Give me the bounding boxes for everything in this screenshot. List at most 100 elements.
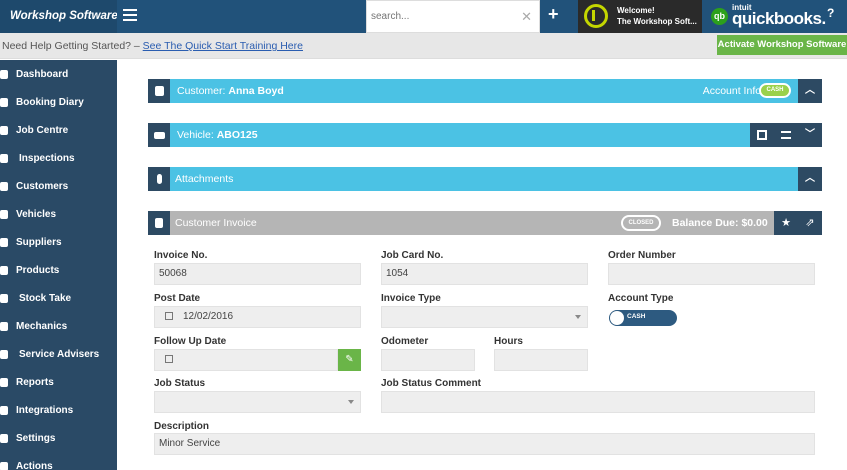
sidebar-item-label: Settings [16,433,56,444]
order-number-field[interactable] [608,263,815,285]
calendar-icon [0,98,8,107]
sidebar-item-label: Reports [16,377,54,388]
sidebar-item-service-advisers[interactable]: Service Advisers [0,341,117,369]
search-box: ✕ [366,0,540,33]
quick-start-link[interactable]: See The Quick Start Training Here [143,40,303,52]
sidebar-item-settings[interactable]: Settings [0,425,117,453]
job-card-label: Job Card No. [381,250,444,261]
welcome-company: The Workshop Soft... [617,17,697,26]
wrench-icon [0,322,8,331]
follow-up-label: Follow Up Date [154,336,227,347]
add-new-button[interactable]: + [548,4,559,25]
vehicle-seat-button[interactable] [750,123,774,147]
sidebar-item-label: Customers [16,181,69,192]
sidebar-item-label: Integrations [16,405,74,416]
sidebar-item-label: Mechanics [16,321,68,332]
vehicle-prefix: Vehicle: [177,129,217,141]
gear-icon [0,434,8,443]
main-content: Customer: Anna Boyd Account Info: CASH ︿… [117,60,847,470]
sidebar-item-label: Stock Take [19,293,72,304]
invoice-type-select[interactable] [381,306,588,328]
description-field[interactable]: Minor Service [154,433,815,455]
activate-button[interactable]: Activate Workshop Software [717,35,847,55]
customer-prefix: Customer: [177,85,229,97]
account-type-label: Account Type [608,293,674,304]
attachments-panel-header[interactable]: Attachments ︿ [148,167,822,191]
search-input[interactable] [367,1,517,32]
customer-name[interactable]: Anna Boyd [228,85,283,97]
invoice-type-label: Invoice Type [381,293,441,304]
quickbooks-logo-icon: qb [711,8,728,25]
vehicle-panel-header[interactable]: Vehicle: ABO125 ﹀ [148,123,822,147]
vehicle-rego[interactable]: ABO125 [217,129,258,141]
sidebar-item-products[interactable]: Products [0,257,117,285]
help-prefix: Need Help Getting Started? – [2,40,143,52]
expand-vehicle-button[interactable]: ﹀ [798,123,822,147]
post-date-field[interactable]: 12/02/2016 [154,306,361,328]
balance-due: Balance Due: $0.00 [672,217,768,229]
brand-logo[interactable]: Workshop Software [0,0,117,33]
clear-search-icon[interactable]: ✕ [521,9,532,25]
chevron-down-icon [575,315,581,319]
follow-up-field[interactable] [154,349,338,371]
car-icon [0,210,8,219]
sidebar-item-label: Job Centre [16,125,69,136]
customer-title: Customer: Anna Boyd [177,85,284,97]
external-link-icon[interactable]: ⇗ [798,211,822,235]
hours-field[interactable] [494,349,588,371]
help-icon[interactable]: ? [827,6,839,20]
menu-toggle-icon[interactable] [123,9,137,23]
vehicle-list-button[interactable] [774,123,798,147]
sidebar-item-label: Dashboard [16,69,69,80]
help-bar: Need Help Getting Started? – See The Qui… [0,33,847,59]
job-status-label: Job Status [154,378,206,389]
quickbooks-link[interactable]: qb intuit quickbooks. ? [702,0,847,33]
sidebar-item-job-centre[interactable]: Job Centre [0,117,117,145]
description-label: Description [154,421,210,432]
account-type-toggle[interactable]: CASH [609,310,677,326]
sidebar-item-inspections[interactable]: Inspections [0,145,117,173]
sidebar-item-booking-diary[interactable]: Booking Diary [0,89,117,117]
calendar-icon [165,355,173,364]
plug-icon [0,406,8,415]
sidebar: Dashboard Booking Diary Job Centre Inspe… [0,60,117,470]
job-status-comment-field[interactable] [381,391,815,413]
invoice-no-field[interactable]: 50068 [154,263,361,285]
seat-icon [757,130,767,140]
sidebar-item-dashboard[interactable]: Dashboard [0,61,117,89]
sidebar-item-suppliers[interactable]: Suppliers [0,229,117,257]
job-status-comment-label: Job Status Comment [381,378,482,389]
sidebar-item-label: Inspections [19,153,75,164]
bolt-icon [0,462,8,470]
sidebar-item-label: Service Advisers [19,349,100,360]
dashboard-icon [0,70,8,79]
sidebar-item-mechanics[interactable]: Mechanics [0,313,117,341]
chevron-down-icon [348,400,354,404]
collapse-customer-button[interactable]: ︿ [798,79,822,103]
sidebar-item-stock-take[interactable]: Stock Take [0,285,117,313]
odometer-field[interactable] [381,349,475,371]
sidebar-item-label: Vehicles [16,209,57,220]
customer-panel-header[interactable]: Customer: Anna Boyd Account Info: CASH ︿ [148,79,822,103]
sidebar-item-actions[interactable]: Actions [0,453,117,470]
sidebar-item-integrations[interactable]: Integrations [0,397,117,425]
user-welcome[interactable]: Welcome! The Workshop Soft... [578,0,702,33]
invoice-status-badge[interactable]: CLOSED [621,215,661,231]
invoice-no-label: Invoice No. [154,250,208,261]
collapse-attachments-button[interactable]: ︿ [798,167,822,191]
toggle-knob [610,311,624,325]
help-text: Need Help Getting Started? – See The Qui… [2,40,303,52]
sidebar-item-customers[interactable]: Customers [0,173,117,201]
sidebar-item-vehicles[interactable]: Vehicles [0,201,117,229]
favourite-star-icon[interactable]: ★ [774,211,798,235]
job-card-field[interactable]: 1054 [381,263,588,285]
calendar-icon [165,312,173,321]
paperclip-icon [148,167,170,191]
welcome-text: Welcome! The Workshop Soft... [617,5,697,27]
edit-follow-up-button[interactable]: ✎ [338,349,361,371]
workshop-logo-icon [584,4,608,28]
sidebar-item-reports[interactable]: Reports [0,369,117,397]
sidebar-item-label: Actions [16,461,53,470]
job-status-select[interactable] [154,391,361,413]
box-icon [0,294,8,303]
